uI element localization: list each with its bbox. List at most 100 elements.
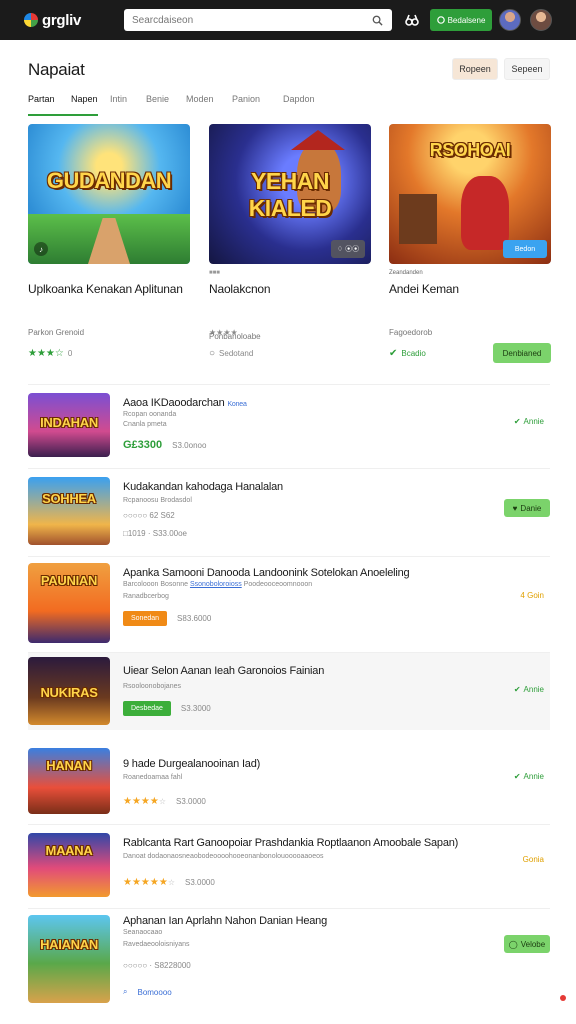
- signin-button[interactable]: Bedalsene: [430, 9, 492, 31]
- thumbnail-title: HAIANAN: [40, 937, 98, 952]
- tab-moden[interactable]: Moden: [186, 94, 232, 116]
- rating-badge[interactable]: Gonia: [523, 855, 544, 864]
- app-logo[interactable]: grgliv: [24, 12, 116, 29]
- game-title[interactable]: Aphanan Ian Aprlahn Nahon Danian Heang: [123, 915, 327, 927]
- binoculars-icon[interactable]: [404, 12, 420, 28]
- price-tag[interactable]: Desbedae: [123, 701, 171, 716]
- rating-stars: ★★★★☆: [123, 796, 166, 807]
- tab-benie[interactable]: Benie: [146, 94, 186, 116]
- location-icon: ⌕: [123, 987, 128, 996]
- game-thumbnail[interactable]: NUKIRAS: [28, 657, 110, 725]
- installed-status[interactable]: ✔ Annie: [514, 772, 544, 781]
- empty-star: ☆: [167, 878, 175, 887]
- game-title[interactable]: Rablcanta Rart Ganoopoiar Prashdankia Ro…: [123, 837, 458, 849]
- install-button[interactable]: ♥ Danie: [504, 499, 550, 517]
- thumbnail-title: YEHAN KIALED: [248, 168, 332, 221]
- price: G£3300: [123, 439, 163, 451]
- price-tag[interactable]: Sonedan: [123, 611, 168, 626]
- video-badge[interactable]: ♢ ⦿⦿: [331, 240, 365, 258]
- search-input[interactable]: [132, 14, 371, 26]
- status-label: Annie: [523, 772, 544, 781]
- secondary-header-button[interactable]: Sepeen: [504, 58, 550, 80]
- featured-card[interactable]: RSOHOAI Bedon Zeandanden Andei Keman Fag…: [389, 124, 551, 374]
- list-item[interactable]: SOHHEA Kudakandan kahodaga Hanalalan Rcp…: [28, 468, 550, 554]
- game-thumbnail[interactable]: PAUNIAN: [28, 563, 110, 643]
- download-row: □1019 · S33.00oe: [123, 529, 187, 538]
- rating-count: 0: [67, 349, 73, 358]
- game-thumbnail[interactable]: RSOHOAI Bedon: [389, 124, 551, 264]
- price-row: Sonedan S83.6000: [123, 611, 211, 626]
- status-icon: ○: [209, 348, 216, 359]
- game-title[interactable]: 9 hade Durgealanooinan Iad): [123, 758, 260, 770]
- installed-status[interactable]: ✔ Annie: [514, 417, 544, 426]
- game-thumbnail[interactable]: SOHHEA: [28, 477, 110, 545]
- game-thumbnail[interactable]: YEHAN KIALED ♢ ⦿⦿: [209, 124, 371, 264]
- developer-link[interactable]: Ssonoboloroioss: [190, 581, 242, 588]
- game-thumbnail[interactable]: GUDANDAN ♪: [28, 124, 190, 264]
- thumbnail-title: GUDANDAN: [46, 168, 172, 193]
- check-icon: ✔: [513, 685, 521, 694]
- download-count: S3.0000: [176, 797, 206, 806]
- price-row: Desbedae S3.3000: [123, 701, 211, 716]
- game-title[interactable]: Naolakcnon: [209, 282, 371, 297]
- game-title[interactable]: Uiear Selon Aanan Ieah Garonoios Fainian: [123, 665, 324, 677]
- featured-card[interactable]: YEHAN KIALED ♢ ⦿⦿ ■■■ Naolakcnon ★★★★ Po…: [209, 124, 371, 374]
- rating: ★★★☆ 0: [28, 348, 72, 359]
- featured-card[interactable]: GUDANDAN ♪ Uplkoanka Kenakan Aplitunan P…: [28, 124, 190, 374]
- price-row: G£3300 S3.0onoo: [123, 439, 206, 451]
- link-row[interactable]: ⌕ Bomoooo: [123, 987, 172, 997]
- install-label: Danie: [520, 503, 542, 513]
- check-icon: ✔: [389, 348, 398, 359]
- category-tabs: Partan Napen Intin Benie Moden Panion Da…: [28, 94, 315, 116]
- game-title[interactable]: Aaoa IKDaoodarchan Konea: [123, 397, 247, 409]
- thumbnail-hat: [291, 130, 345, 150]
- avatar[interactable]: [499, 9, 521, 31]
- game-thumbnail[interactable]: INDAHAN: [28, 393, 110, 457]
- heart-icon: ♥: [512, 503, 518, 513]
- list-item[interactable]: INDAHAN Aaoa IKDaoodarchan Konea Rcopan …: [28, 384, 550, 464]
- installed-status[interactable]: ✔ Annie: [514, 685, 544, 694]
- game-title[interactable]: Andei Keman: [389, 282, 551, 297]
- list-item[interactable]: PAUNIAN Apanka Samooni Danooda Landoonin…: [28, 556, 550, 648]
- badge[interactable]: Bedon: [503, 240, 547, 258]
- download-count: S3.3000: [180, 704, 211, 713]
- developer-name: Rcopan oonanda: [123, 411, 177, 418]
- play-icon[interactable]: ♪: [34, 242, 48, 256]
- download-count: S3.0000: [185, 878, 215, 887]
- game-thumbnail[interactable]: HANAN: [28, 748, 110, 814]
- list-item[interactable]: MAANA Rablcanta Rart Ganoopoiar Prashdan…: [28, 824, 550, 908]
- tab-partan[interactable]: Partan: [28, 94, 71, 116]
- game-title[interactable]: Apanka Samooni Danooda Landoonink Sotelo…: [123, 567, 410, 579]
- developer-link[interactable]: Bomoooo: [137, 988, 171, 997]
- active-tab-indicator: [28, 114, 98, 116]
- notification-dot: [560, 995, 566, 1001]
- list-item[interactable]: HANAN 9 hade Durgealanooinan Iad) Roaned…: [28, 740, 550, 820]
- search-icon[interactable]: [371, 14, 384, 27]
- developer-name: Danoat dodaonaosneaobodeoooohooeonanbono…: [123, 853, 324, 860]
- logo-text: grgliv: [42, 11, 82, 29]
- thumbnail-title: MAANA: [45, 843, 93, 858]
- developer-name: Ponbanoloabe: [209, 332, 261, 341]
- tab-napen[interactable]: Napen: [71, 94, 110, 116]
- list-item[interactable]: HAIANAN Aphanan Ian Aprlahn Nahon Danian…: [28, 908, 550, 1016]
- game-title[interactable]: Uplkoanka Kenakan Aplitunan: [28, 282, 190, 297]
- game-title[interactable]: Kudakandan kahodaga Hanalalan: [123, 481, 283, 493]
- filled-stars: ★★★★: [123, 796, 159, 807]
- user-icon: [436, 16, 445, 24]
- status-label: Annie: [523, 685, 544, 694]
- rating-badge[interactable]: 4 Goin: [520, 591, 544, 600]
- list-item[interactable]: NUKIRAS Uiear Selon Aanan Ieah Garonoios…: [28, 652, 550, 730]
- get-button[interactable]: Denbianed: [493, 343, 551, 363]
- game-thumbnail[interactable]: MAANA: [28, 833, 110, 897]
- avatar[interactable]: [530, 9, 552, 31]
- tab-intin[interactable]: Intin: [110, 94, 146, 116]
- primary-header-button[interactable]: Ropeen: [452, 58, 498, 80]
- tab-dapdon[interactable]: Dapdon: [283, 94, 315, 116]
- game-thumbnail[interactable]: HAIANAN: [28, 915, 110, 1003]
- game-title-text: Aaoa IKDaoodarchan: [123, 397, 225, 409]
- install-status: ○ Sedotand: [209, 348, 253, 359]
- tab-panion[interactable]: Panion: [232, 94, 283, 116]
- install-button[interactable]: ◯ Velobe: [504, 935, 550, 953]
- empty-star: ☆: [158, 797, 167, 806]
- category-text: Poodeooceoomnooon: [243, 581, 313, 588]
